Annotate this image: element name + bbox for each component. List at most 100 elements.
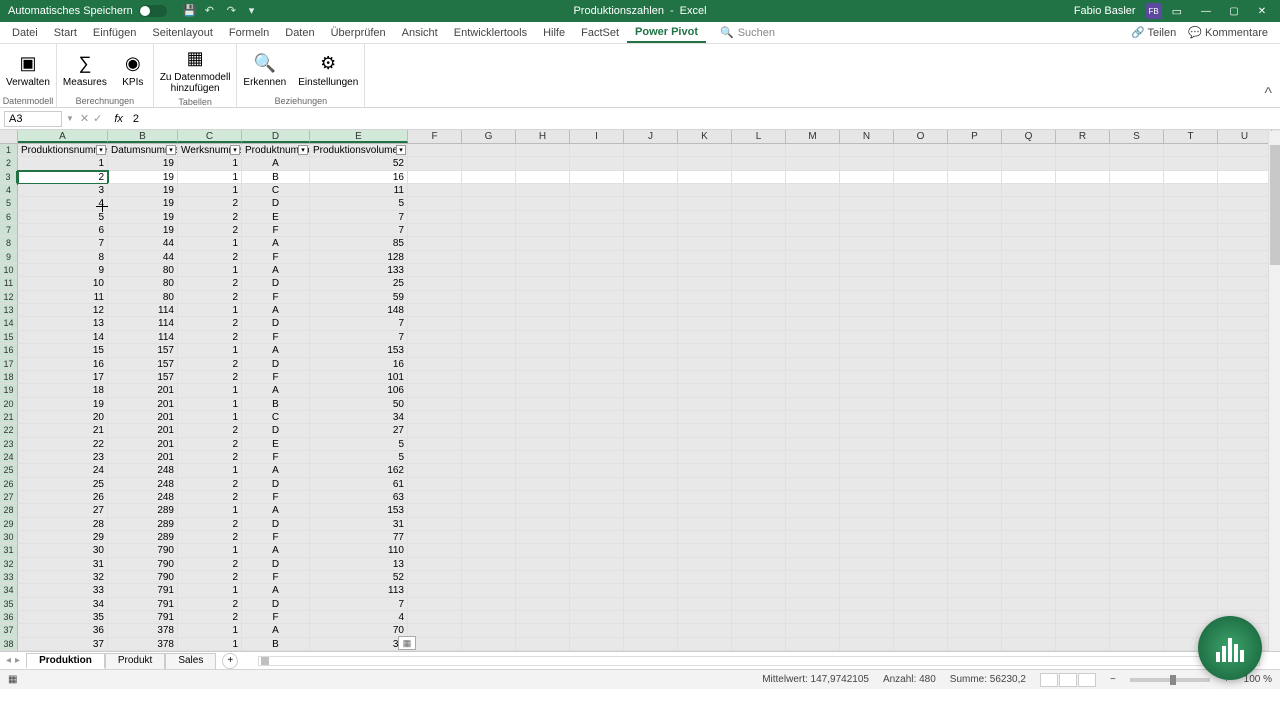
cell[interactable] <box>516 518 570 531</box>
row-header[interactable]: 23 <box>0 438 18 451</box>
cell[interactable] <box>624 611 678 624</box>
cell[interactable] <box>1110 224 1164 237</box>
cell[interactable] <box>786 291 840 304</box>
ribbon-display-icon[interactable]: ▭ <box>1172 5 1182 18</box>
cell[interactable] <box>786 358 840 371</box>
cell[interactable] <box>516 558 570 571</box>
select-all-corner[interactable] <box>0 130 18 143</box>
cell[interactable] <box>732 264 786 277</box>
cancel-formula-icon[interactable]: ✕ <box>80 112 89 125</box>
cell[interactable] <box>1002 504 1056 517</box>
cell[interactable] <box>624 171 678 184</box>
cell[interactable] <box>678 224 732 237</box>
cell[interactable]: 2 <box>178 317 242 330</box>
cell[interactable] <box>894 304 948 317</box>
cell[interactable]: 1 <box>178 638 242 651</box>
cell[interactable] <box>1002 411 1056 424</box>
name-box-dropdown-icon[interactable]: ▼ <box>66 114 74 123</box>
close-button[interactable]: ✕ <box>1248 0 1276 22</box>
cell[interactable] <box>1164 197 1218 210</box>
cell[interactable]: 2 <box>178 491 242 504</box>
cell[interactable] <box>732 291 786 304</box>
cell[interactable] <box>1056 491 1110 504</box>
cell[interactable] <box>1056 304 1110 317</box>
zoom-level[interactable]: 100 % <box>1244 674 1272 685</box>
cell[interactable] <box>894 491 948 504</box>
cell[interactable] <box>1056 611 1110 624</box>
cell[interactable] <box>1218 331 1272 344</box>
cell[interactable]: F <box>242 571 310 584</box>
cell[interactable] <box>1002 638 1056 651</box>
cell[interactable]: 201 <box>108 411 178 424</box>
cell[interactable]: 32 <box>18 571 108 584</box>
autosave-toggle[interactable] <box>139 5 167 17</box>
cell[interactable] <box>678 171 732 184</box>
cell[interactable]: 114 <box>108 304 178 317</box>
cell[interactable] <box>840 584 894 597</box>
row-header[interactable]: 11 <box>0 277 18 290</box>
cell[interactable] <box>1164 451 1218 464</box>
cell[interactable] <box>624 451 678 464</box>
cell[interactable] <box>840 157 894 170</box>
cell[interactable] <box>1002 211 1056 224</box>
cell[interactable]: F <box>242 611 310 624</box>
cell[interactable] <box>678 584 732 597</box>
cell[interactable] <box>624 598 678 611</box>
cell[interactable] <box>840 144 894 157</box>
cell[interactable] <box>1002 398 1056 411</box>
cell[interactable] <box>462 531 516 544</box>
cell[interactable] <box>1164 304 1218 317</box>
cell[interactable] <box>624 224 678 237</box>
cell[interactable] <box>786 571 840 584</box>
cell[interactable] <box>408 398 462 411</box>
cell[interactable] <box>1056 157 1110 170</box>
row-header[interactable]: 14 <box>0 317 18 330</box>
cell[interactable] <box>570 424 624 437</box>
cell[interactable] <box>1110 344 1164 357</box>
cell[interactable] <box>516 491 570 504</box>
cell[interactable] <box>1002 291 1056 304</box>
cell[interactable] <box>516 398 570 411</box>
cell[interactable]: 201 <box>108 424 178 437</box>
cell[interactable] <box>1110 197 1164 210</box>
cell[interactable] <box>462 371 516 384</box>
undo-icon[interactable]: ↶ <box>205 4 219 18</box>
cell[interactable]: 17 <box>18 371 108 384</box>
cell[interactable] <box>786 171 840 184</box>
cell[interactable] <box>408 197 462 210</box>
cell[interactable] <box>624 184 678 197</box>
cell[interactable]: 7 <box>310 224 408 237</box>
cell[interactable] <box>894 464 948 477</box>
cell[interactable] <box>516 504 570 517</box>
cell[interactable] <box>570 291 624 304</box>
cell[interactable] <box>732 277 786 290</box>
cell[interactable]: D <box>242 424 310 437</box>
cell[interactable]: 19 <box>108 184 178 197</box>
cell[interactable] <box>462 491 516 504</box>
cell[interactable] <box>1218 491 1272 504</box>
save-icon[interactable]: 💾 <box>183 4 197 18</box>
cell[interactable] <box>1002 438 1056 451</box>
cell[interactable] <box>948 171 1002 184</box>
cell[interactable] <box>516 384 570 397</box>
cell[interactable] <box>1002 224 1056 237</box>
cell[interactable] <box>1164 144 1218 157</box>
cell[interactable] <box>732 197 786 210</box>
cell[interactable] <box>1002 264 1056 277</box>
cell[interactable]: 201 <box>108 398 178 411</box>
cell[interactable] <box>1002 277 1056 290</box>
cell[interactable] <box>1110 518 1164 531</box>
cell[interactable] <box>840 451 894 464</box>
cell[interactable] <box>894 277 948 290</box>
cell[interactable] <box>678 464 732 477</box>
cell[interactable] <box>1218 438 1272 451</box>
fx-icon[interactable]: fx <box>108 113 129 125</box>
cell[interactable] <box>570 358 624 371</box>
cell[interactable] <box>1002 478 1056 491</box>
cell[interactable]: C <box>242 184 310 197</box>
cell[interactable] <box>678 451 732 464</box>
cell[interactable] <box>462 224 516 237</box>
cell[interactable] <box>462 464 516 477</box>
cell[interactable]: 44 <box>108 237 178 250</box>
cell[interactable] <box>624 571 678 584</box>
